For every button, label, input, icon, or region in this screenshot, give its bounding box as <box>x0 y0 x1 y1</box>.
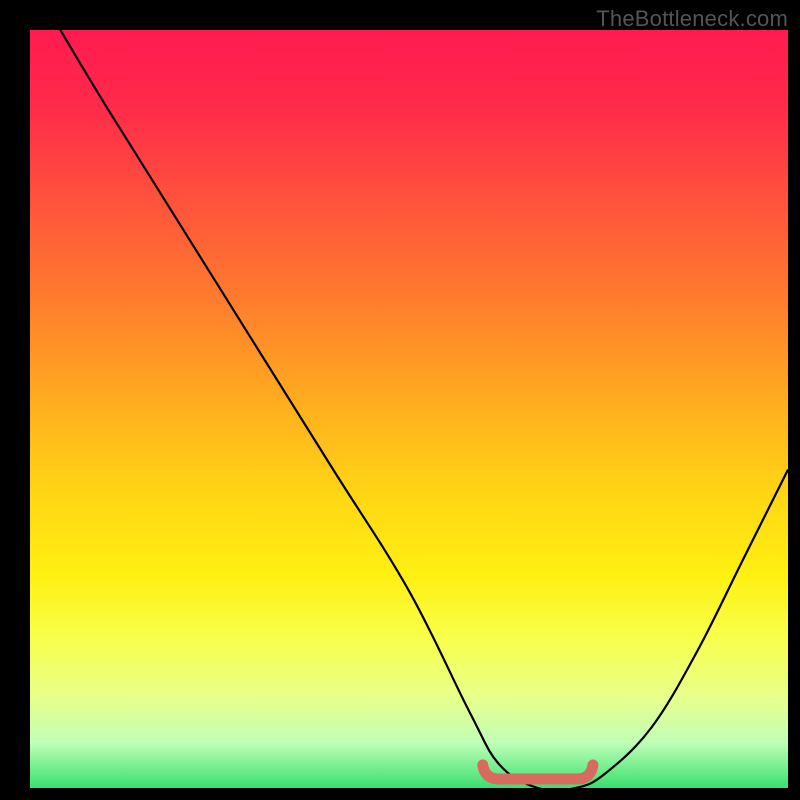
chart-frame: TheBottleneck.com <box>0 0 800 800</box>
bottleneck-curve <box>60 30 788 791</box>
plot-area <box>30 30 788 788</box>
optimal-band-left-cap <box>483 765 499 779</box>
chart-svg <box>30 30 788 788</box>
optimal-band-right-cap <box>577 765 593 779</box>
watermark-label: TheBottleneck.com <box>596 6 788 32</box>
